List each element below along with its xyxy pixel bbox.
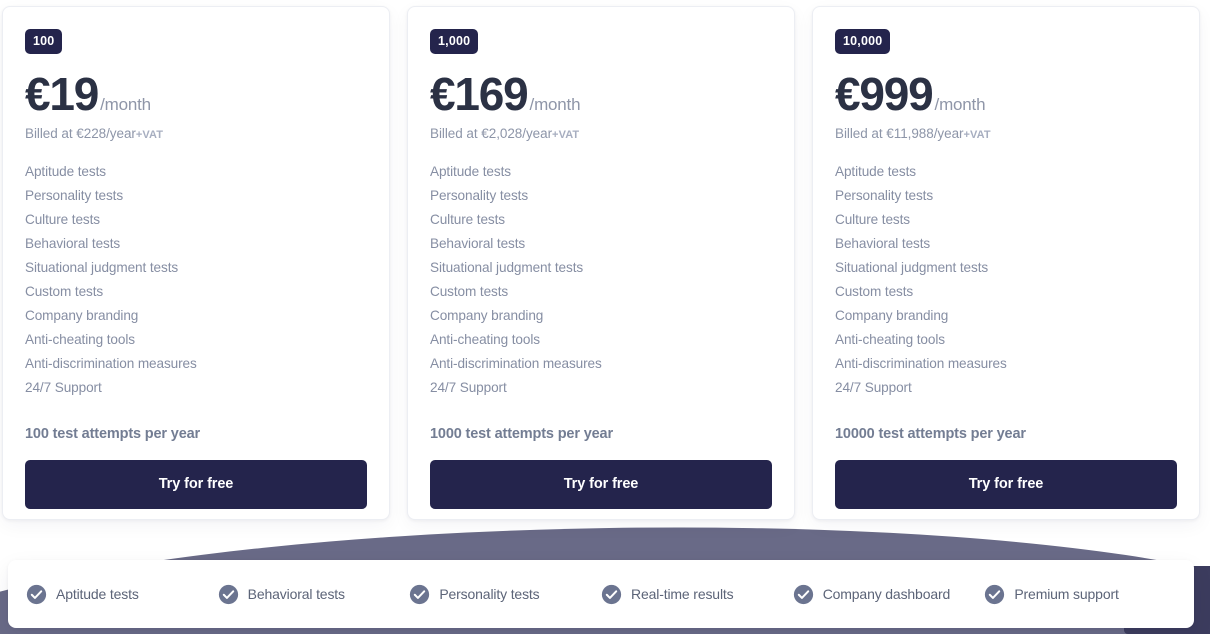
plan-quota-badge: 10,000 — [835, 29, 891, 54]
check-circle-icon — [601, 584, 622, 604]
plan-feature-item: Company branding — [25, 307, 139, 323]
plan-feature-item: Anti-cheating tools — [430, 331, 540, 347]
feature-bar-label: Real-time results — [631, 586, 734, 602]
plan-feature-item: Culture tests — [835, 211, 911, 227]
feature-bar-item: Personality tests — [409, 584, 601, 605]
price-row: €169/month — [430, 71, 772, 117]
price-period: /month — [529, 94, 581, 114]
feature-highlight-bar: Aptitude tests Behavioral tests Personalit… — [8, 560, 1194, 628]
plan-feature-list: Aptitude tests Personality tests Culture t… — [835, 160, 1177, 400]
plan-feature-item: Custom tests — [835, 283, 914, 299]
billed-amount-text: Billed at €228/year — [25, 125, 136, 141]
price-amount: €19 — [25, 67, 99, 120]
feature-bar-label: Personality tests — [439, 586, 540, 602]
plan-feature-item: Custom tests — [430, 283, 509, 299]
vat-note: +VAT — [963, 128, 991, 141]
test-attempts-summary: 1000 test attempts per year — [430, 425, 613, 442]
plan-feature-item: Aptitude tests — [835, 163, 916, 179]
plan-feature-item: Culture tests — [430, 211, 506, 227]
check-circle-icon — [218, 584, 238, 604]
try-for-free-button[interactable]: Try for free — [430, 459, 772, 509]
plan-feature-item: 24/7 Support — [25, 379, 102, 395]
price-row: €999/month — [835, 71, 1177, 117]
plan-quota-badge: 1,000 — [430, 29, 479, 54]
plan-feature-item: Personality tests — [25, 187, 124, 203]
plan-feature-item: Aptitude tests — [430, 163, 511, 179]
feature-bar-item: Premium support — [984, 584, 1176, 605]
billed-annually-note: Billed at €228/year+VAT — [25, 126, 367, 141]
plan-feature-item: Situational judgment tests — [835, 259, 989, 275]
feature-bar-item: Company dashboard — [793, 584, 985, 605]
try-for-free-button[interactable]: Try for free — [25, 459, 367, 509]
check-circle-icon — [985, 584, 1005, 604]
feature-bar-label: Premium support — [1014, 586, 1119, 602]
price-period: /month — [100, 94, 151, 114]
plan-feature-item: Anti-cheating tools — [25, 331, 135, 347]
pricing-card: 1,000 €169/month Billed at €2,028/year+VAT… — [407, 6, 795, 520]
feature-bar-item: Behavioral tests — [218, 584, 410, 605]
vat-note: +VAT — [135, 128, 164, 141]
check-circle-icon — [26, 584, 47, 604]
feature-bar-label: Behavioral tests — [247, 586, 345, 602]
test-attempts-summary: 10000 test attempts per year — [835, 425, 1026, 442]
try-for-free-button[interactable]: Try for free — [835, 459, 1177, 509]
billed-amount-text: Billed at €2,028/year — [430, 125, 553, 141]
plan-feature-item: Behavioral tests — [430, 235, 526, 251]
pricing-card-list: 100 €19/month Billed at €228/year+VAT Aptit… — [0, 0, 1210, 520]
test-attempts-summary: 100 test attempts per year — [25, 425, 201, 442]
plan-feature-item: Aptitude tests — [25, 163, 106, 179]
billed-annually-note: Billed at €2,028/year+VAT — [430, 126, 772, 141]
plan-feature-item: Anti-cheating tools — [835, 331, 945, 347]
feature-bar-label: Company dashboard — [822, 586, 951, 602]
plan-feature-item: Anti-discrimination measures — [430, 355, 602, 371]
plan-feature-item: Anti-discrimination measures — [835, 355, 1007, 371]
plan-feature-list: Aptitude tests Personality tests Culture t… — [25, 160, 367, 400]
plan-quota-badge: 100 — [25, 29, 63, 54]
price-period: /month — [934, 94, 986, 114]
price-amount: €999 — [835, 67, 934, 120]
plan-feature-item: Situational judgment tests — [25, 259, 179, 275]
plan-feature-list: Aptitude tests Personality tests Culture t… — [430, 160, 772, 400]
price-amount: €169 — [430, 67, 529, 120]
plan-feature-item: Personality tests — [835, 187, 934, 203]
feature-bar-item: Real-time results — [601, 584, 793, 605]
check-circle-icon — [793, 584, 813, 604]
pricing-card: 10,000 €999/month Billed at €11,988/year+V… — [812, 6, 1200, 520]
plan-feature-item: 24/7 Support — [835, 379, 912, 395]
plan-feature-item: Anti-discrimination measures — [25, 355, 197, 371]
price-row: €19/month — [25, 71, 367, 117]
pricing-card: 100 €19/month Billed at €228/year+VAT Aptit… — [2, 6, 390, 520]
plan-feature-item: Company branding — [430, 307, 544, 323]
plan-feature-item: Behavioral tests — [25, 235, 121, 251]
billed-amount-text: Billed at €11,988/year — [835, 125, 964, 141]
plan-feature-item: Behavioral tests — [835, 235, 931, 251]
plan-feature-item: Situational judgment tests — [430, 259, 584, 275]
plan-feature-item: Company branding — [835, 307, 949, 323]
pricing-page: 100 €19/month Billed at €228/year+VAT Aptit… — [0, 0, 1210, 634]
feature-bar-label: Aptitude tests — [56, 586, 139, 602]
plan-feature-item: Custom tests — [25, 283, 104, 299]
plan-feature-item: Personality tests — [430, 187, 529, 203]
feature-bar-item: Aptitude tests — [26, 584, 218, 605]
plan-feature-item: 24/7 Support — [430, 379, 507, 395]
check-circle-icon — [410, 584, 430, 604]
vat-note: +VAT — [552, 128, 580, 141]
plan-feature-item: Culture tests — [25, 211, 101, 227]
billed-annually-note: Billed at €11,988/year+VAT — [835, 126, 1177, 141]
